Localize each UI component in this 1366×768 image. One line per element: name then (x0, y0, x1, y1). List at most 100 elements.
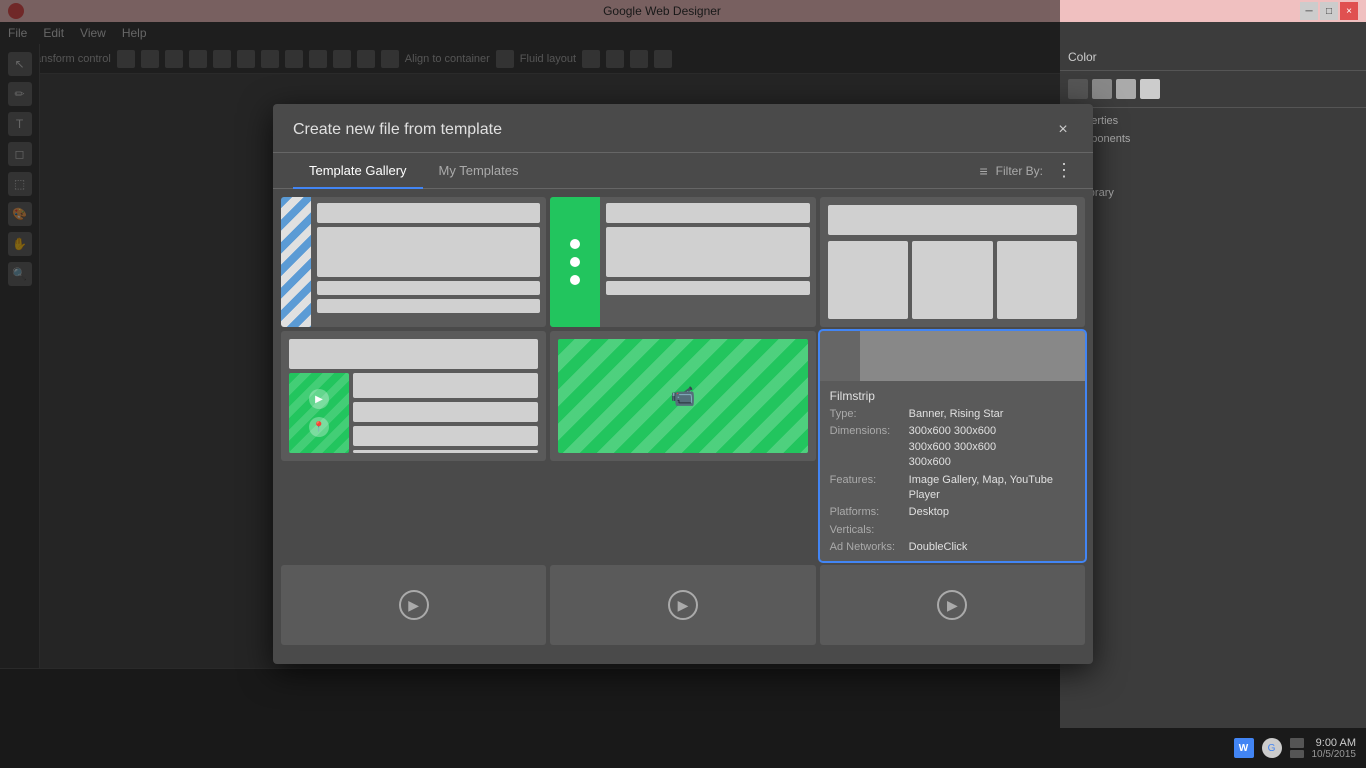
features-label: Features: (830, 473, 905, 504)
info-verticals-row: Verticals: (830, 523, 1075, 538)
dialog-title: Create new file from template (293, 121, 502, 139)
panel-asset-library[interactable]: et Library (1068, 184, 1358, 202)
card-3-header (828, 205, 1077, 235)
taskbar-word-icon[interactable]: W (1234, 738, 1254, 758)
template-card-bottom-2[interactable]: ▶ (550, 565, 815, 645)
video-icon: 📹 (671, 384, 696, 409)
tab-my-templates[interactable]: My Templates (423, 153, 535, 188)
color-swatch-4[interactable] (1140, 79, 1160, 99)
close-button[interactable]: × (1340, 2, 1358, 20)
dot-3 (570, 275, 580, 285)
card-placeholder (353, 402, 538, 422)
dialog-close-button[interactable]: × (1053, 120, 1073, 140)
verticals-label: Verticals: (830, 523, 905, 538)
template-card-1[interactable] (281, 197, 546, 327)
templates-grid: ▶ 📍 📹 (273, 189, 1093, 664)
card-4-header (289, 339, 538, 369)
card-6-right (860, 331, 1085, 381)
panel-elements[interactable]: nts (1068, 148, 1358, 166)
dialog-header: Create new file from template × (273, 104, 1093, 153)
card-placeholder (606, 203, 809, 223)
dimensions-value: 300x600 300x600300x600 300x600300x600 (909, 424, 996, 470)
date-display: 10/5/2015 (1312, 749, 1357, 760)
filter-area: ≡ Filter By: (979, 163, 1043, 179)
more-options-icon[interactable]: ⋮ (1055, 160, 1073, 181)
bottom-card-icon-3: ▶ (937, 590, 967, 620)
type-value: Banner, Rising Star (909, 407, 1004, 422)
taskbar-google-icon[interactable]: G (1262, 738, 1282, 758)
template-card-2[interactable] (550, 197, 815, 327)
template-name: Filmstrip (830, 389, 1075, 403)
taskbar: W G 9:00 AM 10/5/2015 (1060, 728, 1366, 768)
template-card-bottom-3[interactable]: ▶ (820, 565, 1085, 645)
card-placeholder (317, 203, 540, 223)
card-placeholder (353, 426, 538, 446)
templates-body: ▶ 📍 📹 (273, 189, 1093, 664)
color-swatch-3[interactable] (1116, 79, 1136, 99)
info-ad-networks-row: Ad Networks: DoubleClick (830, 540, 1075, 555)
window-controls: ─ □ × (1300, 2, 1358, 20)
maximize-button[interactable]: □ (1320, 2, 1338, 20)
card-1-stripe (281, 197, 311, 327)
card-placeholder (317, 227, 540, 277)
pin-icon: 📍 (309, 417, 329, 437)
taskbar-clock: 9:00 AM 10/5/2015 (1312, 737, 1357, 760)
col-2 (912, 241, 992, 319)
card-4-green-section: ▶ 📍 (289, 373, 349, 453)
card-4-content: ▶ 📍 (281, 373, 546, 461)
card-6-left (820, 331, 860, 381)
play-icon: ▶ (309, 389, 329, 409)
bottom-card-icon-1: ▶ (399, 590, 429, 620)
card-placeholder (606, 227, 809, 277)
dot-2 (570, 257, 580, 267)
col-3 (997, 241, 1077, 319)
card-6-preview (820, 331, 1085, 381)
card-4-right-content (353, 373, 538, 453)
template-card-5[interactable]: 📹 (550, 331, 815, 461)
color-section-title: Color (1068, 50, 1097, 64)
platforms-value: Desktop (909, 505, 949, 520)
dot-1 (570, 239, 580, 249)
panel-dynamic[interactable]: amic (1068, 202, 1358, 220)
template-card-3[interactable] (820, 197, 1085, 327)
taskbar-icon-2 (1290, 750, 1304, 758)
right-panel: Color Properties Components nts S et Lib… (1060, 44, 1366, 768)
panel-s[interactable]: S (1068, 166, 1358, 184)
time-display: 9:00 AM (1312, 737, 1357, 749)
features-value: Image Gallery, Map, YouTube Player (909, 473, 1075, 504)
type-label: Type: (830, 407, 905, 422)
info-dimensions-row: Dimensions: 300x600 300x600300x600 300x6… (830, 424, 1075, 470)
filter-icon: ≡ (979, 163, 987, 179)
card-2-content (600, 197, 815, 327)
ad-networks-label: Ad Networks: (830, 540, 905, 555)
info-features-row: Features: Image Gallery, Map, YouTube Pl… (830, 473, 1075, 504)
card-2-green (550, 197, 600, 327)
col-1 (828, 241, 908, 319)
card-5-green: 📹 (558, 339, 807, 453)
create-from-template-dialog: Create new file from template × Template… (273, 104, 1093, 664)
ad-networks-value: DoubleClick (909, 540, 968, 555)
template-card-6-selected[interactable]: Filmstrip Type: Banner, Rising Star Dime… (820, 331, 1085, 561)
filter-label: Filter By: (996, 164, 1043, 178)
color-swatch-2[interactable] (1092, 79, 1112, 99)
card-placeholder (353, 373, 538, 398)
template-card-4[interactable]: ▶ 📍 (281, 331, 546, 461)
card-placeholder (353, 450, 538, 453)
template-card-bottom-1[interactable]: ▶ (281, 565, 546, 645)
minimize-button[interactable]: ─ (1300, 2, 1318, 20)
tab-template-gallery[interactable]: Template Gallery (293, 153, 423, 188)
card-1-content (311, 197, 546, 327)
card-4-stripe (289, 373, 349, 453)
platforms-label: Platforms: (830, 505, 905, 520)
info-platforms-row: Platforms: Desktop (830, 505, 1075, 520)
card-placeholder (317, 281, 540, 295)
card-3-cols (828, 241, 1077, 319)
dimensions-label: Dimensions: (830, 424, 905, 470)
panel-properties[interactable]: Properties (1068, 112, 1358, 130)
taskbar-icon-1 (1290, 738, 1304, 748)
card-placeholder (317, 299, 540, 313)
panel-components[interactable]: Components (1068, 130, 1358, 148)
template-info-panel: Filmstrip Type: Banner, Rising Star Dime… (820, 381, 1085, 561)
color-swatch-1[interactable] (1068, 79, 1088, 99)
dialog-tabs: Template Gallery My Templates ≡ Filter B… (273, 153, 1093, 189)
